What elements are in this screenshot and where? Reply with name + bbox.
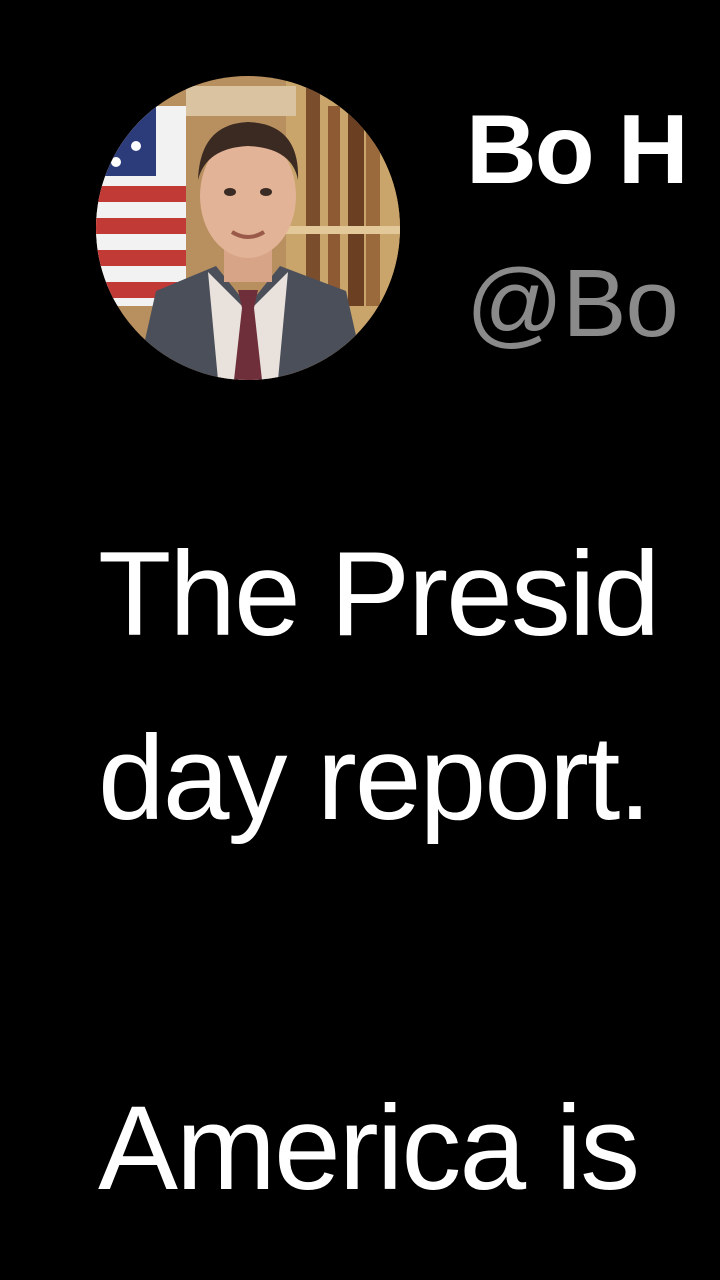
profile-photo-icon: [96, 76, 400, 380]
tweet: Bo H @Bo The Presid day report. America …: [0, 0, 720, 1280]
author-display-name[interactable]: Bo H: [466, 100, 689, 198]
avatar[interactable]: [96, 76, 400, 380]
tweet-text-line: America is: [98, 1081, 640, 1215]
tweet-text-line: day report.: [98, 711, 652, 845]
author-handle[interactable]: @Bo: [466, 256, 679, 352]
tweet-text-line: The Presid: [98, 527, 660, 661]
